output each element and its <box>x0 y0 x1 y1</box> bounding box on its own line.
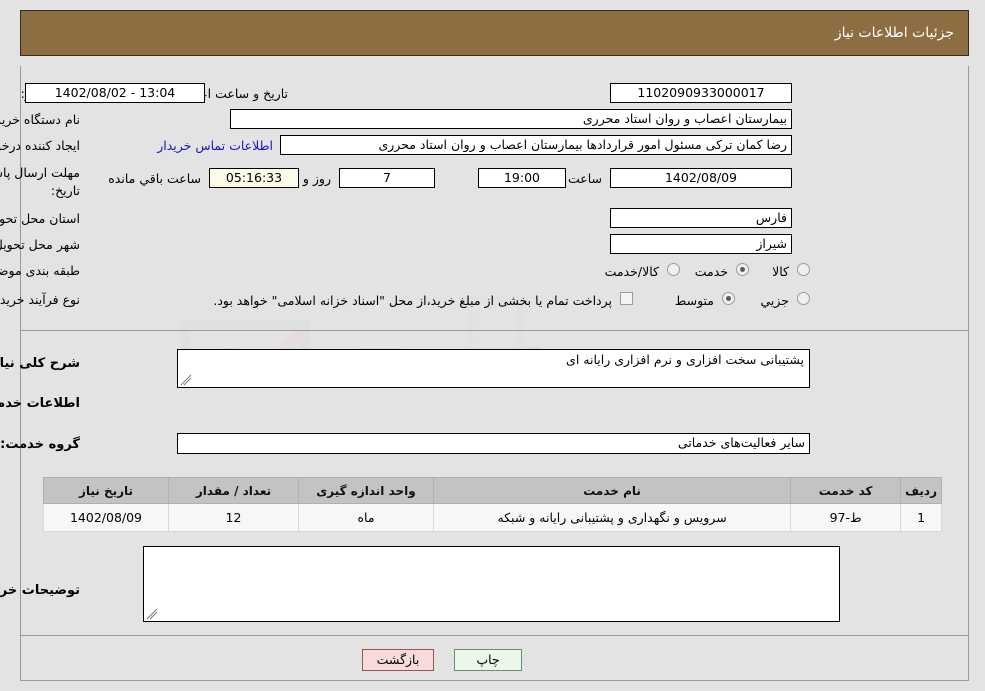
category-radio-khedmat[interactable] <box>736 263 749 276</box>
cell-need-date: 1402/08/09 <box>43 503 169 532</box>
back-button[interactable]: بازگشت <box>362 649 434 671</box>
buyer-contact-link[interactable]: اطلاعات تماس خریدار <box>157 138 273 153</box>
cell-row-no: 1 <box>900 503 942 532</box>
deadline-date-value[interactable]: 1402/08/09 <box>610 168 792 188</box>
city-label: شهر محل تحویل: <box>0 237 80 252</box>
buyer-org-value[interactable]: بیمارستان اعصاب و روان استاد محرری <box>230 109 792 129</box>
remaining-days-label: روز و <box>302 171 331 186</box>
requester-value[interactable]: رضا کمان ترکی مسئول امور قراردادها بیمار… <box>280 135 792 155</box>
process-radio-jozei[interactable] <box>797 292 810 305</box>
cell-unit: ماه <box>298 503 434 532</box>
cell-service-name: سرویس و نگهداری و پشتیبانی رایانه و شبکه <box>432 503 792 532</box>
resize-grip-icon[interactable] <box>180 374 192 386</box>
page-header-bar: جزئیات اطلاعات نیاز <box>20 10 969 56</box>
announce-datetime-value[interactable]: 13:04 - 1402/08/02 <box>25 83 205 103</box>
remaining-time-value: 05:16:33 <box>209 168 299 188</box>
province-value[interactable]: فارس <box>610 208 792 228</box>
city-value[interactable]: شیراز <box>610 234 792 254</box>
process-label: نوع فرآیند خرید : <box>0 292 80 307</box>
general-desc-field[interactable]: پشتیبانی سخت افزاری و نرم افزاری رایانه … <box>177 349 810 388</box>
remaining-days-value[interactable]: 7 <box>339 168 435 188</box>
deadline-label-line1: مهلت ارسال پاسخ: تا <box>0 165 80 180</box>
category-label-kala: کالا <box>772 264 789 279</box>
cell-quantity: 12 <box>168 503 299 532</box>
category-radio-kala-khedmat[interactable] <box>667 263 680 276</box>
th-unit: واحد اندازه گیری <box>298 477 434 504</box>
deadline-label-line2: تاریخ: <box>50 183 80 198</box>
treasury-docs-note: پرداخت تمام یا بخشی از مبلغ خرید،از محل … <box>213 293 612 308</box>
process-radio-motevaset[interactable] <box>722 292 735 305</box>
th-row-no: ردیف <box>900 477 942 504</box>
general-desc-label: شرح کلی نیاز: <box>0 356 80 371</box>
process-label-motevaset: متوسط <box>674 293 714 308</box>
deadline-time-value[interactable]: 19:00 <box>478 168 566 188</box>
service-group-label: گروه خدمت: <box>0 437 80 452</box>
province-label: استان محل تحویل: <box>0 211 80 226</box>
remaining-time-label: ساعت باقي مانده <box>108 171 201 186</box>
th-service-code: کد خدمت <box>790 477 902 504</box>
buyer-notes-field[interactable] <box>143 546 840 622</box>
buyer-notes-label: توضیحات خریدار: <box>0 583 80 598</box>
services-info-heading: اطلاعات خدمات مورد نیاز <box>0 396 80 411</box>
category-label-khedmat: خدمت <box>694 264 728 279</box>
table-row[interactable]: 1 ط-97 سرویس و نگهداری و پشتیبانی رایانه… <box>43 503 942 532</box>
print-button[interactable]: چاپ <box>454 649 522 671</box>
th-need-date: تاریخ نیاز <box>43 477 169 504</box>
th-quantity: تعداد / مقدار <box>168 477 299 504</box>
process-label-jozei: جزیي <box>760 293 789 308</box>
category-radio-kala[interactable] <box>797 263 810 276</box>
buyer-org-label: نام دستگاه خریدار: <box>0 112 80 127</box>
table-header-row: ردیف کد خدمت نام خدمت واحد اندازه گیری ت… <box>43 477 942 504</box>
page-root: AnaTender.net جزئیات اطلاعات نیاز شماره … <box>0 0 985 691</box>
need-number-value[interactable]: 1102090933000017 <box>610 83 792 103</box>
page-title: جزئیات اطلاعات نیاز <box>834 25 954 41</box>
services-table: ردیف کد خدمت نام خدمت واحد اندازه گیری ت… <box>43 477 942 532</box>
treasury-docs-checkbox[interactable] <box>620 292 633 305</box>
service-group-value[interactable]: سایر فعالیت‌های خدماتی <box>177 433 810 454</box>
panel-need-summary <box>20 66 969 331</box>
cell-service-code: ط-97 <box>790 503 902 532</box>
category-label-kala-khedmat: کالا/خدمت <box>604 264 659 279</box>
requester-label: ایجاد کننده درخواست: <box>0 138 80 153</box>
hour-label: ساعت <box>567 171 602 186</box>
general-desc-value: پشتیبانی سخت افزاری و نرم افزاری رایانه … <box>566 352 804 367</box>
category-label: طبقه بندی موضوعی: <box>0 263 80 278</box>
resize-grip-icon-notes[interactable] <box>146 608 158 620</box>
th-service-name: نام خدمت <box>432 477 792 504</box>
